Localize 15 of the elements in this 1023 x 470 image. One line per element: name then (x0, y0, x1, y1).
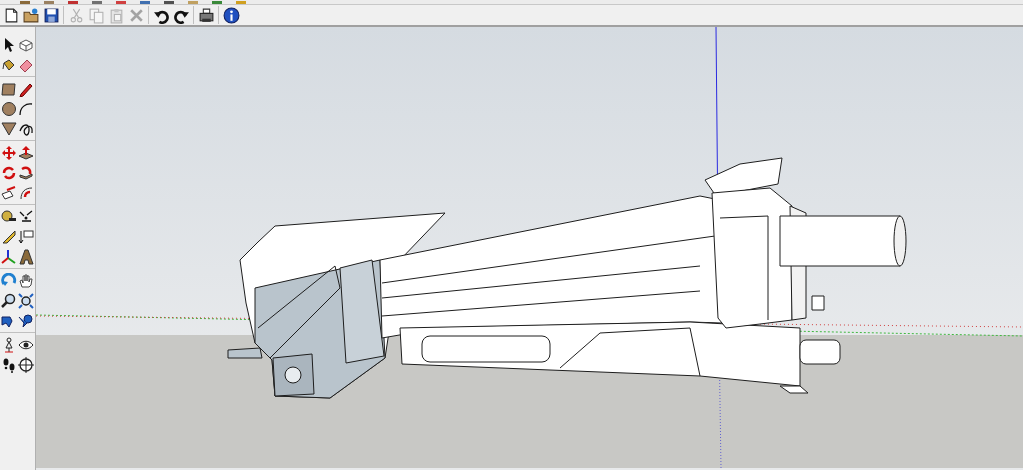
hand-icon[interactable] (17, 271, 34, 290)
section-plane-icon[interactable] (17, 355, 34, 374)
block-icon[interactable] (17, 247, 34, 266)
axes-icon[interactable] (0, 247, 17, 266)
circle-icon[interactable] (0, 99, 17, 118)
scale-icon[interactable] (0, 183, 17, 202)
printer-icon[interactable] (196, 5, 216, 25)
triangle-icon[interactable] (0, 119, 17, 138)
save-icon[interactable] (41, 5, 61, 25)
zoom-window-icon[interactable] (17, 291, 34, 310)
label-icon[interactable] (17, 227, 34, 246)
push-pull-icon[interactable] (17, 143, 34, 162)
info-icon[interactable] (221, 5, 241, 25)
move-icon[interactable] (0, 143, 17, 162)
zoom-icon[interactable] (0, 291, 17, 310)
